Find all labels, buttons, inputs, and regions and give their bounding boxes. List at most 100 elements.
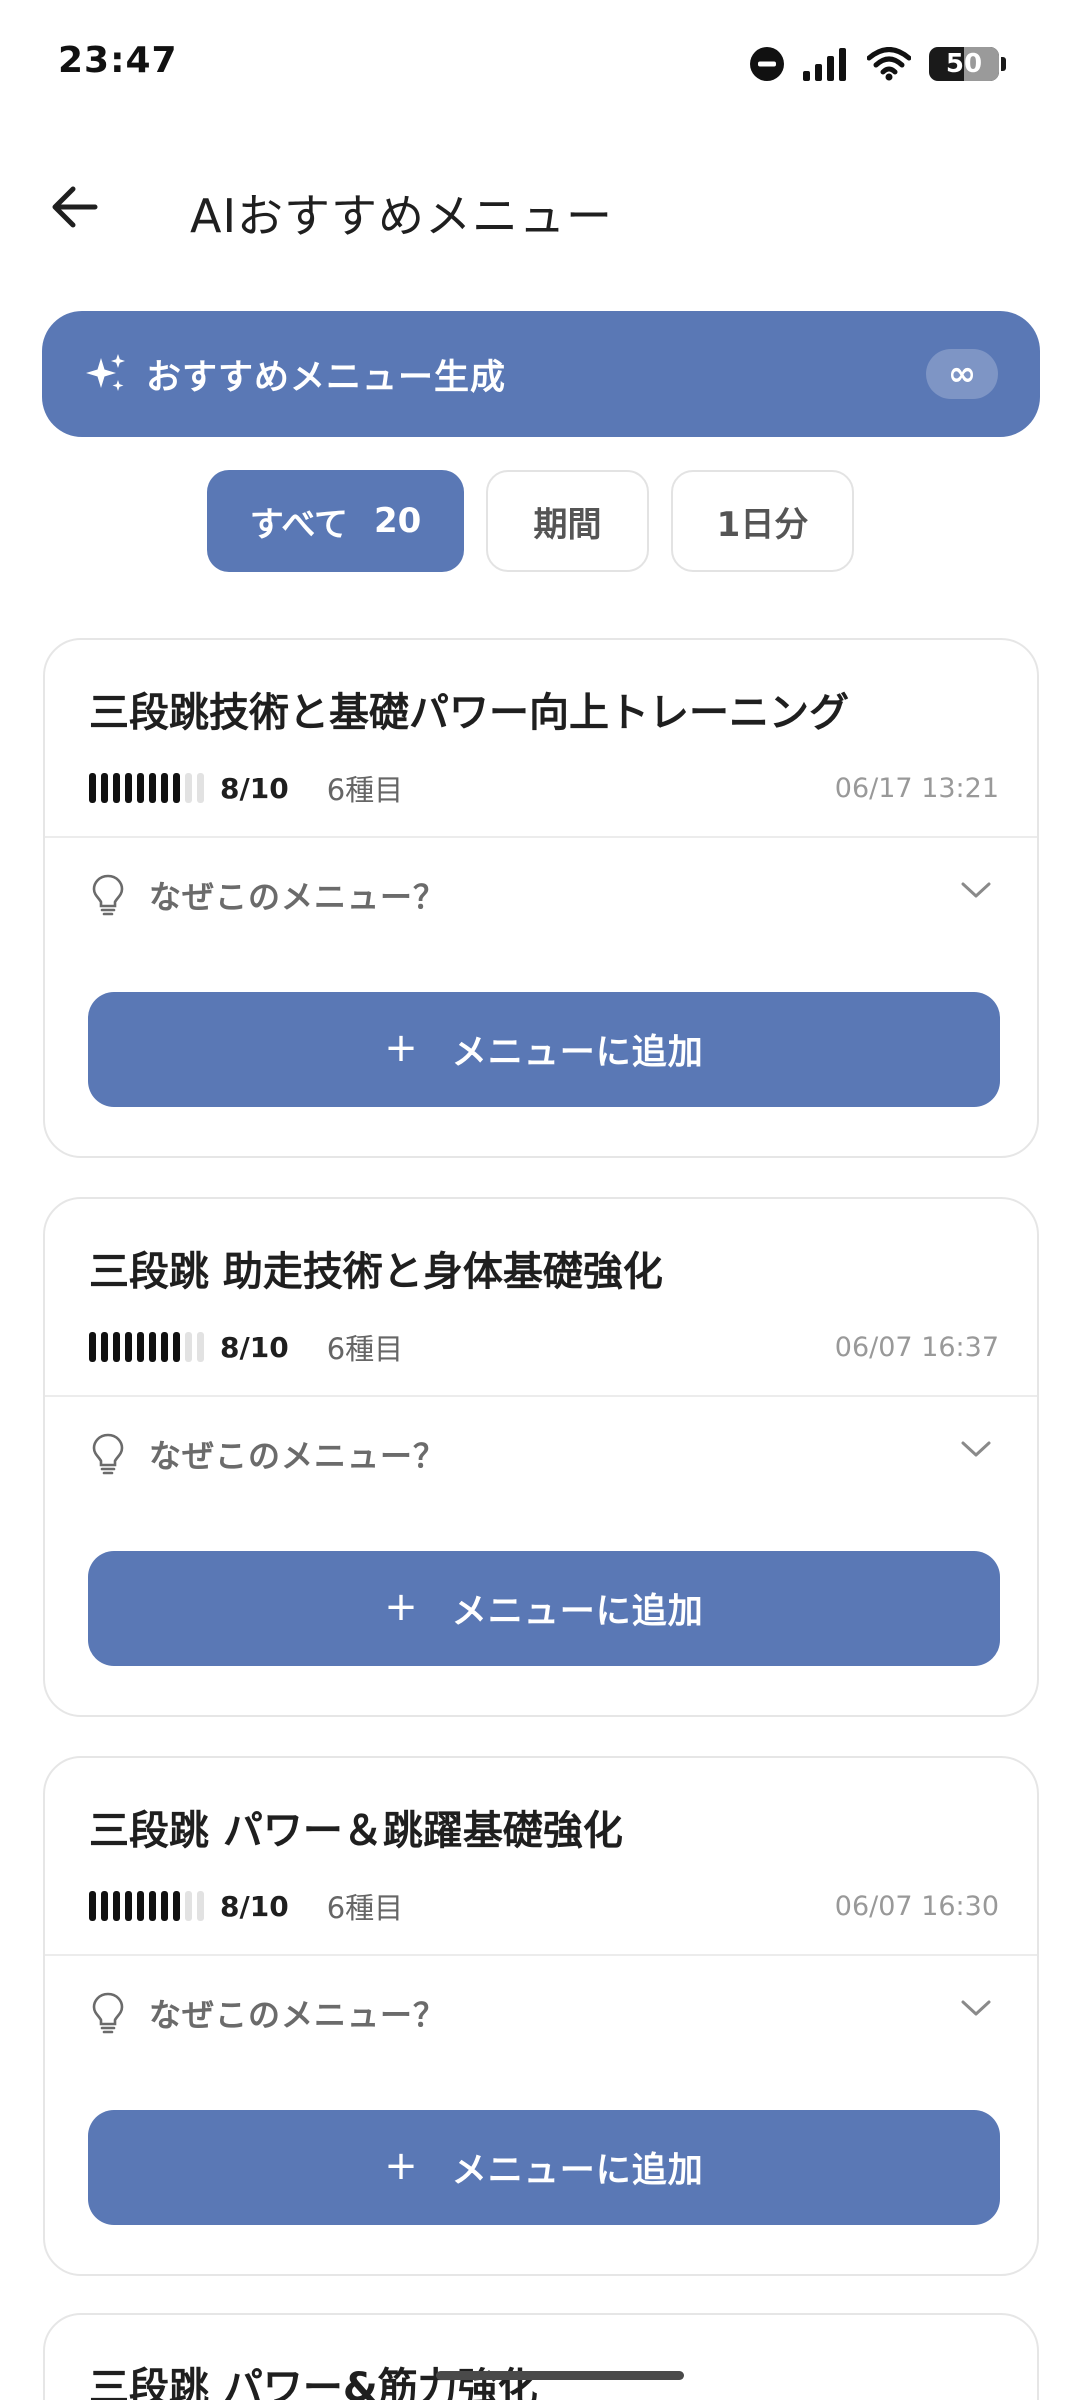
why-this-menu-label: なぜこのメニュー？ — [149, 1996, 447, 2034]
filter-tab-one-day-label: 1日分 — [716, 504, 809, 545]
difficulty-bar — [185, 1891, 192, 1921]
status-icons: 50 — [749, 44, 1006, 84]
difficulty-bar — [137, 773, 144, 803]
difficulty-bar — [197, 1891, 204, 1921]
add-to-menu-button[interactable]: + メニューに追加 — [88, 992, 1000, 1107]
home-indicator[interactable] — [436, 2371, 684, 2380]
difficulty-bar — [101, 773, 108, 803]
difficulty-bar — [125, 773, 132, 803]
difficulty-bars — [89, 1891, 204, 1921]
status-time: 23:47 — [58, 40, 178, 81]
lightbulb-icon — [92, 1992, 124, 2034]
filter-tab-all-label: すべて — [249, 504, 348, 545]
generate-count-badge: ∞ — [926, 349, 998, 399]
filter-tab-all-count: 20 — [373, 501, 422, 541]
created-date: 06/07 16:37 — [834, 1331, 999, 1363]
difficulty-bar — [113, 773, 120, 803]
why-this-menu-toggle[interactable]: なぜこのメニュー？ — [45, 1399, 1037, 1509]
filter-tab-period[interactable]: 期間 — [486, 470, 649, 572]
difficulty-bar — [89, 1891, 96, 1921]
difficulty-bar — [101, 1332, 108, 1362]
difficulty-bars — [89, 773, 204, 803]
chevron-down-icon — [961, 882, 991, 898]
lightbulb-icon — [92, 874, 124, 916]
plus-icon: + — [384, 2142, 418, 2189]
exercise-count: 6種目 — [326, 1891, 404, 1925]
divider — [45, 1954, 1037, 1956]
difficulty-bar — [161, 1332, 168, 1362]
difficulty-bar — [185, 773, 192, 803]
filter-tab-all[interactable]: すべて 20 — [207, 470, 464, 572]
filter-tab-one-day[interactable]: 1日分 — [671, 470, 854, 572]
menu-card-title: 三段跳技術と基礎パワー向上トレーニング — [89, 690, 849, 736]
difficulty-bar — [197, 1332, 204, 1362]
add-to-menu-label: メニューに追加 — [451, 2151, 704, 2191]
difficulty-bar — [173, 1891, 180, 1921]
difficulty-bar — [125, 1332, 132, 1362]
wifi-icon — [867, 47, 911, 81]
why-this-menu-toggle[interactable]: なぜこのメニュー？ — [45, 840, 1037, 950]
exercise-count: 6種目 — [326, 1332, 404, 1366]
difficulty-bar — [173, 773, 180, 803]
difficulty-bar — [149, 1891, 156, 1921]
chevron-down-icon — [961, 2000, 991, 2016]
menu-card: 三段跳技術と基礎パワー向上トレーニング 8/10 6種目 06/17 13:21… — [43, 638, 1039, 1158]
plus-icon: + — [384, 1024, 418, 1071]
filter-tab-period-label: 期間 — [533, 504, 602, 545]
do-not-disturb-icon — [750, 47, 784, 81]
menu-card: 三段跳 パワー＆跳躍基礎強化 8/10 6種目 06/07 16:30 なぜこの… — [43, 1756, 1039, 2276]
why-this-menu-label: なぜこのメニュー？ — [149, 1437, 447, 1475]
menu-card: 三段跳 パワー&筋力強化 — [43, 2313, 1039, 2400]
difficulty-bar — [89, 1332, 96, 1362]
difficulty-bars — [89, 1332, 204, 1362]
page-title: AIおすすめメニュー — [190, 189, 614, 243]
menu-card-title: 三段跳 パワー＆跳躍基礎強化 — [89, 1808, 623, 1854]
generate-menu-button[interactable]: おすすめメニュー生成 ∞ — [42, 311, 1040, 437]
difficulty-bar — [89, 773, 96, 803]
divider — [45, 836, 1037, 838]
chevron-down-icon — [961, 1441, 991, 1457]
add-to-menu-button[interactable]: + メニューに追加 — [88, 1551, 1000, 1666]
difficulty-bar — [161, 773, 168, 803]
filter-tabs: すべて 20 期間 1日分 — [0, 470, 1080, 574]
add-to-menu-label: メニューに追加 — [451, 1033, 704, 1073]
why-this-menu-label: なぜこのメニュー？ — [149, 878, 447, 916]
difficulty-level: 8/10 — [220, 1330, 289, 1364]
difficulty-bar — [197, 773, 204, 803]
lightbulb-icon — [92, 1433, 124, 1475]
difficulty-bar — [101, 1891, 108, 1921]
add-to-menu-label: メニューに追加 — [451, 1592, 704, 1632]
menu-card: 三段跳 助走技術と身体基礎強化 8/10 6種目 06/07 16:37 なぜこ… — [43, 1197, 1039, 1717]
difficulty-bar — [185, 1332, 192, 1362]
why-this-menu-toggle[interactable]: なぜこのメニュー？ — [45, 1958, 1037, 2068]
difficulty-bar — [113, 1891, 120, 1921]
difficulty-bar — [137, 1891, 144, 1921]
app-header: AIおすすめメニュー — [0, 150, 1080, 270]
created-date: 06/07 16:30 — [834, 1890, 999, 1922]
menu-card-meta: 8/10 6種目 06/07 16:30 — [89, 1886, 999, 1926]
plus-icon: + — [384, 1583, 418, 1630]
difficulty-level: 8/10 — [220, 771, 289, 805]
arrow-left-icon — [52, 186, 98, 228]
difficulty-bar — [113, 1332, 120, 1362]
difficulty-bar — [173, 1332, 180, 1362]
difficulty-bar — [161, 1891, 168, 1921]
difficulty-bar — [125, 1891, 132, 1921]
battery-level: 50 — [945, 49, 983, 79]
created-date: 06/17 13:21 — [834, 772, 999, 804]
difficulty-level: 8/10 — [220, 1889, 289, 1923]
back-button[interactable] — [40, 172, 110, 242]
difficulty-bar — [149, 773, 156, 803]
divider — [45, 1395, 1037, 1397]
difficulty-bar — [137, 1332, 144, 1362]
menu-card-meta: 8/10 6種目 06/07 16:37 — [89, 1327, 999, 1367]
sparkles-icon — [86, 354, 125, 391]
add-to-menu-button[interactable]: + メニューに追加 — [88, 2110, 1000, 2225]
battery-icon: 50 — [929, 47, 999, 81]
menu-card-meta: 8/10 6種目 06/17 13:21 — [89, 768, 999, 808]
difficulty-bar — [149, 1332, 156, 1362]
signal-icon — [803, 48, 846, 81]
exercise-count: 6種目 — [326, 773, 404, 807]
generate-menu-label: おすすめメニュー生成 — [146, 357, 507, 398]
menu-card-title: 三段跳 助走技術と身体基礎強化 — [89, 1249, 663, 1295]
